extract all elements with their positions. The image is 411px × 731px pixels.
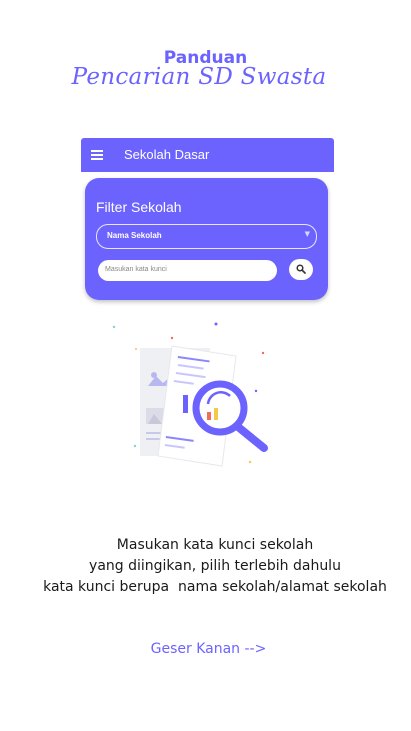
filter-card-title: Filter Sekolah [96, 199, 182, 215]
keyword-placeholder: Masukan kata kunci [105, 266, 167, 273]
search-icon [296, 264, 306, 274]
select-value: Nama Sekolah [107, 231, 162, 240]
search-document-illustration [110, 320, 280, 470]
swipe-right-hint[interactable]: Geser Kanan --> [0, 641, 411, 657]
menu-icon [91, 150, 103, 160]
filter-card: Filter Sekolah Nama Sekolah ▼ Masukan ka… [85, 178, 328, 300]
guide-subtitle: Pencarian SD Swasta [71, 64, 327, 90]
instruction-line-2: yang diingikan, pilih terlebih dahulu [89, 558, 341, 574]
school-filter-select: Nama Sekolah ▼ [96, 224, 317, 249]
keyword-input: Masukan kata kunci [98, 260, 277, 281]
instruction-line-1: Masukan kata kunci sekolah [116, 537, 314, 553]
chevron-down-icon: ▼ [304, 230, 310, 238]
instruction-text: Masukan kata kunci sekolah yang diingika… [0, 535, 411, 598]
mockup-app-bar-title: Sekolah Dasar [124, 147, 210, 162]
mockup-app-bar: Sekolah Dasar [81, 138, 334, 172]
app-mockup: Sekolah Dasar Filter Sekolah Nama Sekola… [81, 138, 334, 304]
search-button [289, 259, 313, 280]
instruction-line-3: kata kunci berupa nama sekolah/alamat se… [43, 579, 387, 595]
